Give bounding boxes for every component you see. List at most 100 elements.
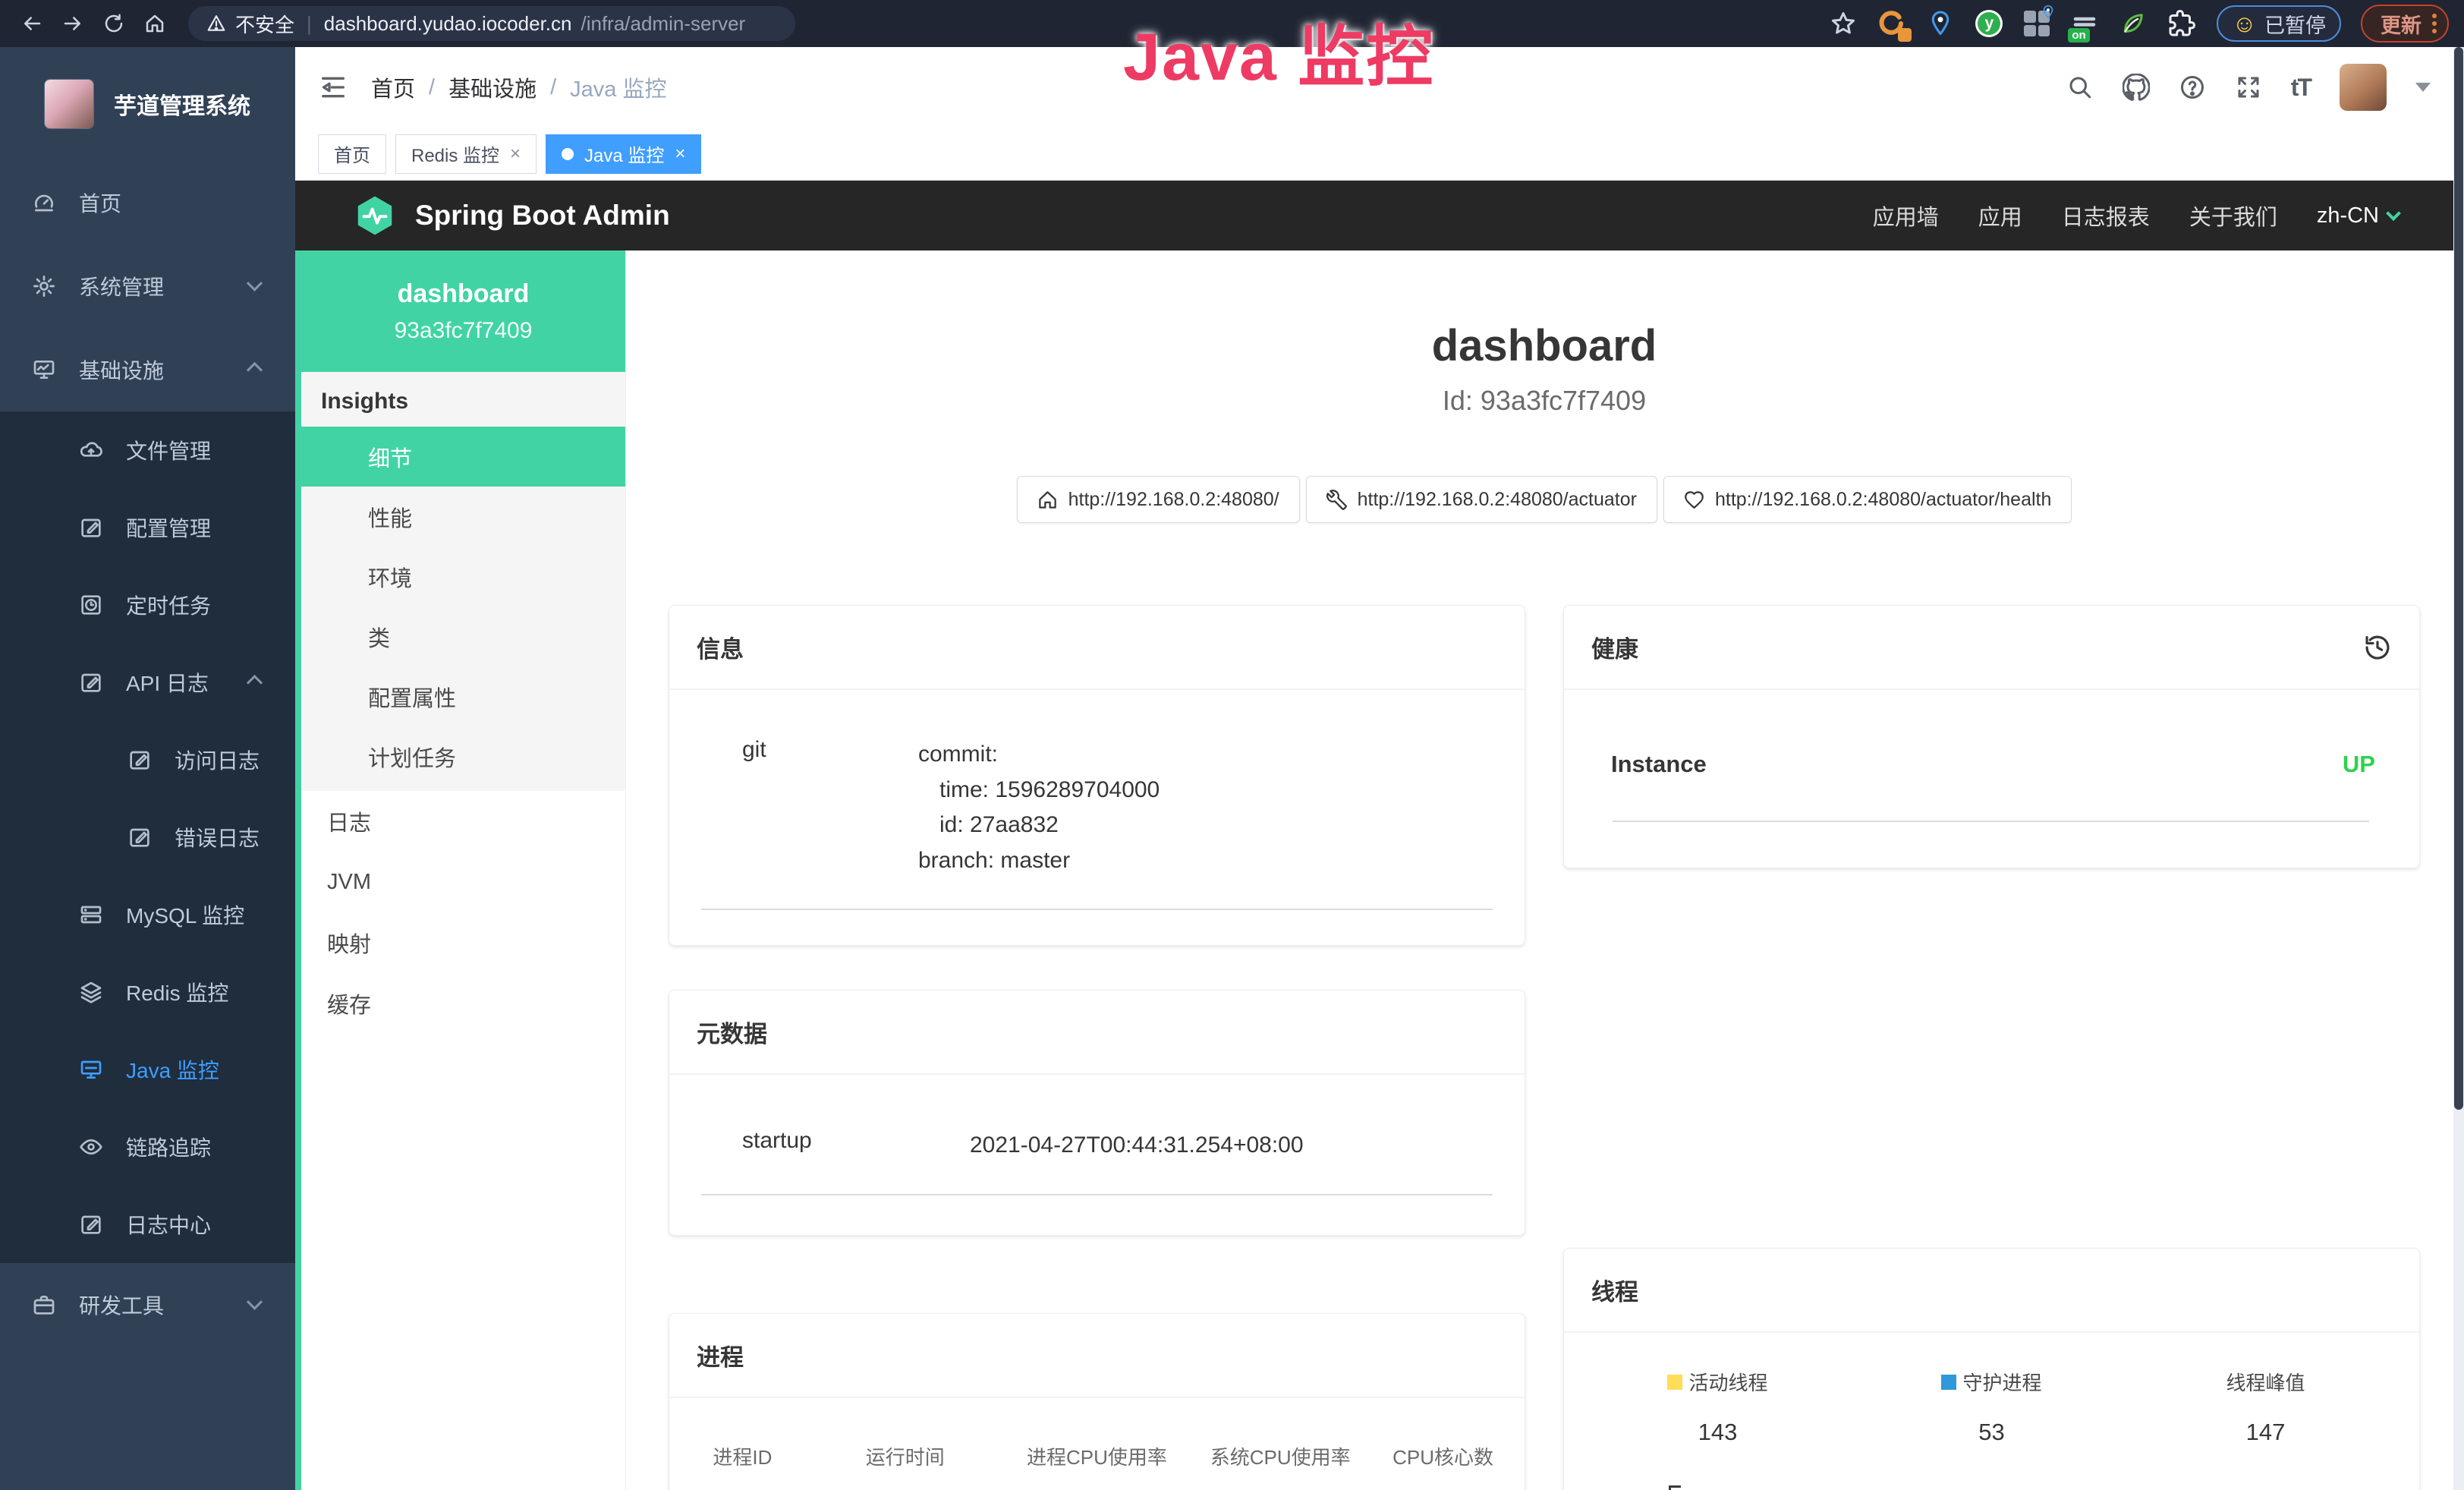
health-status-badge: UP	[2343, 751, 2375, 778]
sidebar-item-tracing[interactable]: 链路追踪	[0, 1108, 295, 1186]
app-sidebar: 芋道管理系统 首页 系统管理 基础设施 文件管理 配置管理 定时任务 API 日…	[0, 47, 295, 1490]
user-avatar[interactable]	[2340, 64, 2387, 111]
sidebar-item-home[interactable]: 首页	[0, 161, 295, 244]
sidebar-item-scheduled-jobs[interactable]: 定时任务	[0, 566, 295, 644]
sidebar-item-file-mgmt[interactable]: 文件管理	[0, 411, 295, 489]
edit-icon	[127, 825, 152, 849]
font-size-icon[interactable]: tT	[2291, 74, 2311, 102]
threads-area-chart: 140 120 100	[1602, 1484, 2403, 1490]
extension-orange-icon[interactable]	[1878, 10, 1905, 37]
app-logo-row[interactable]: 芋道管理系统	[0, 47, 295, 161]
threads-card: 线程 活动线程 143 守护进程 53	[1563, 1248, 2420, 1490]
sba-menu-jvm[interactable]: JVM	[301, 852, 625, 912]
sba-menu-metrics[interactable]: 性能	[301, 487, 625, 547]
home-button[interactable]	[138, 7, 172, 40]
instance-id-subtitle: Id: 93a3fc7f7409	[669, 385, 2420, 417]
sba-nav-journal[interactable]: 日志报表	[2062, 200, 2150, 232]
health-url-button[interactable]: http://192.168.0.2:48080/actuator/health	[1663, 476, 2072, 523]
sidebar-item-access-logs[interactable]: 访问日志	[0, 721, 295, 799]
tab-redis-monitor[interactable]: Redis 监控×	[395, 134, 537, 174]
sba-insights-section: Insights 细节 性能 环境 类 配置属性 计划任务	[301, 372, 625, 791]
sba-brand[interactable]: Spring Boot Admin	[415, 200, 670, 232]
info-card: 信息 git commit: time: 1596289704000 id: 2…	[669, 605, 1525, 946]
sba-menu-mappings[interactable]: 映射	[301, 912, 625, 973]
edit-icon	[79, 515, 103, 540]
sba-menu-config-props[interactable]: 配置属性	[301, 666, 625, 726]
security-label[interactable]: 不安全	[235, 10, 294, 38]
sba-menu-caches[interactable]: 缓存	[301, 973, 625, 1034]
sidebar-item-log-center[interactable]: 日志中心	[0, 1186, 295, 1263]
scrollbar-thumb[interactable]	[2454, 47, 2463, 1110]
sba-menu-classes[interactable]: 类	[301, 606, 625, 666]
update-browser-button[interactable]: 更新	[2361, 5, 2449, 43]
breadcrumb-infrastructure[interactable]: 基础设施	[448, 71, 537, 103]
page-title: dashboard	[669, 320, 2420, 371]
paused-profile-chip[interactable]: ☺ 已暂停	[2217, 5, 2341, 42]
sidebar-item-infrastructure[interactable]: 基础设施	[0, 328, 295, 411]
sba-nav-about[interactable]: 关于我们	[2189, 200, 2277, 232]
user-menu-caret-icon[interactable]	[2415, 83, 2431, 92]
live-threads-swatch	[1667, 1375, 1682, 1390]
fullscreen-icon[interactable]	[2235, 74, 2262, 101]
extensions-puzzle-icon[interactable]	[2168, 10, 2195, 37]
extension-leaf-icon[interactable]	[2119, 10, 2147, 37]
browser-menu-icon[interactable]	[2432, 14, 2437, 33]
extension-pin-icon[interactable]	[1927, 10, 1954, 37]
sidebar-item-system-mgmt[interactable]: 系统管理	[0, 244, 295, 328]
extension-y-icon[interactable]: y	[1975, 10, 2003, 37]
sidebar-item-error-logs[interactable]: 错误日志	[0, 799, 295, 876]
sidebar-item-api-logs[interactable]: API 日志	[0, 644, 295, 721]
divider	[701, 1194, 1493, 1195]
reload-button[interactable]	[97, 7, 131, 40]
sidebar-item-redis-monitor[interactable]: Redis 监控	[0, 953, 295, 1031]
daemon-threads-swatch	[1941, 1375, 1956, 1390]
sba-section-label: Insights	[301, 372, 625, 427]
instance-url-button[interactable]: http://192.168.0.2:48080/	[1017, 476, 1300, 523]
sba-nav-applications[interactable]: 应用	[1978, 200, 2022, 232]
speedometer-icon	[32, 191, 56, 215]
sba-menu-environment[interactable]: 环境	[301, 547, 625, 606]
wrench-icon	[1326, 490, 1347, 510]
breadcrumb: 首页 / 基础设施 / Java 监控	[371, 71, 666, 103]
health-card: 健康 Instance UP	[1563, 605, 2420, 868]
smiley-face-icon: ☺	[2232, 11, 2257, 36]
sidebar-item-config-mgmt[interactable]: 配置管理	[0, 489, 295, 566]
sba-instance-header[interactable]: dashboard 93a3fc7f7409	[301, 250, 625, 372]
app-title: 芋道管理系统	[114, 87, 250, 121]
back-button[interactable]	[15, 7, 49, 40]
close-tab-icon[interactable]: ×	[675, 143, 685, 165]
tab-java-monitor[interactable]: Java 监控×	[546, 134, 701, 174]
actuator-url-button[interactable]: http://192.168.0.2:48080/actuator	[1306, 476, 1657, 523]
process-card-title: 进程	[697, 1338, 744, 1372]
extension-badge	[1898, 28, 1912, 42]
url-host: dashboard.yudao.iocoder.cn	[324, 12, 572, 36]
bookmark-star-icon[interactable]	[1830, 10, 1857, 37]
tab-home[interactable]: 首页	[318, 134, 386, 174]
sidebar-item-dev-tools[interactable]: 研发工具	[0, 1263, 295, 1347]
sidebar-item-java-monitor[interactable]: Java 监控	[0, 1031, 295, 1108]
live-threads-value: 143	[1581, 1419, 1855, 1446]
health-instance-label: Instance	[1611, 751, 1707, 778]
history-icon[interactable]	[2363, 633, 2392, 662]
forward-button[interactable]	[56, 7, 90, 40]
github-icon[interactable]	[2123, 74, 2150, 101]
search-icon[interactable]	[2066, 74, 2094, 101]
divider	[1613, 821, 2369, 822]
sba-nav-wallboard[interactable]: 应用墙	[1873, 200, 1939, 232]
extension-on-icon[interactable]: on	[2071, 12, 2098, 35]
sidebar-item-mysql-monitor[interactable]: MySQL 监控	[0, 876, 295, 953]
close-tab-icon[interactable]: ×	[510, 143, 521, 165]
chevron-down-icon	[247, 275, 263, 291]
metadata-value: 2021-04-27T00:44:31.254+08:00	[970, 1128, 1304, 1164]
sba-menu-logs[interactable]: 日志	[301, 791, 625, 852]
sba-locale-select[interactable]: zh-CN	[2317, 203, 2399, 228]
sba-menu-scheduled-tasks[interactable]: 计划任务	[301, 726, 625, 786]
spring-boot-admin-logo-icon	[353, 194, 397, 238]
page-scrollbar[interactable]	[2453, 47, 2464, 1490]
help-icon[interactable]	[2179, 74, 2206, 101]
breadcrumb-home[interactable]: 首页	[371, 71, 415, 103]
address-bar[interactable]: 不安全 | dashboard.yudao.iocoder.cn/infra/a…	[188, 6, 795, 41]
sba-menu-details[interactable]: 细节	[301, 427, 625, 487]
extension-grid-icon[interactable]	[2024, 11, 2050, 36]
collapse-sidebar-icon[interactable]	[318, 72, 348, 102]
